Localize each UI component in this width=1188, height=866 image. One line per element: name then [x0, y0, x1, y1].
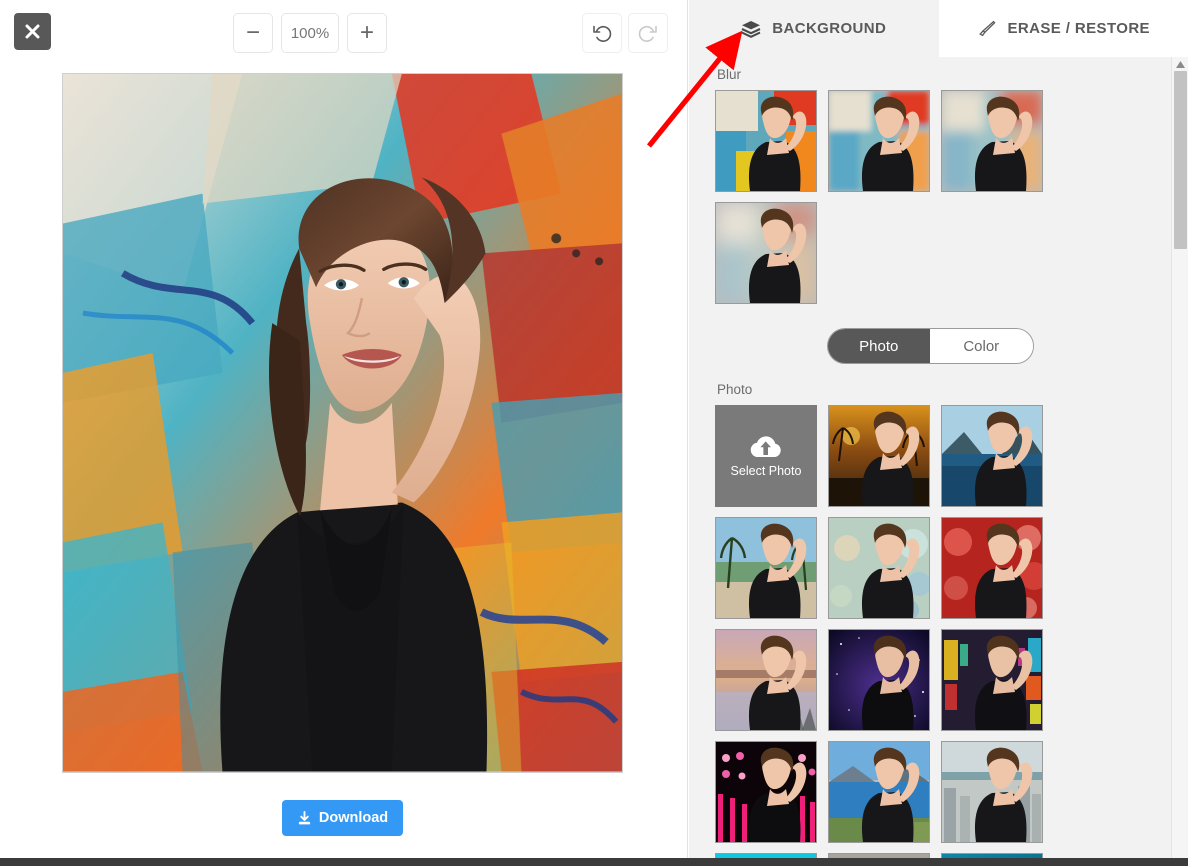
background-side-panel: BACKGROUND ERASE / RESTORE Blur Photo Co… — [689, 0, 1188, 858]
tab-background[interactable]: BACKGROUND — [689, 0, 939, 57]
bg-pastel-bokeh-art — [829, 518, 929, 618]
blur-thumb-2[interactable] — [941, 90, 1043, 192]
history-controls — [582, 13, 668, 53]
layers-icon — [741, 20, 761, 38]
blur-thumb-3-art — [716, 203, 816, 303]
blur-thumb-1[interactable] — [828, 90, 930, 192]
blur-thumbnail-grid — [689, 90, 1171, 304]
blur-thumb-3[interactable] — [715, 202, 817, 304]
toggle-photo[interactable]: Photo — [827, 329, 930, 363]
zoom-in-button[interactable]: + — [347, 13, 387, 53]
editor-pane: − 100% + Download — [0, 0, 688, 858]
toggle-color[interactable]: Color — [930, 329, 1033, 363]
bg-city-aerial-art — [942, 742, 1042, 842]
undo-arrow-icon — [593, 25, 612, 42]
photo-thumb-lake-mountains[interactable] — [941, 405, 1043, 507]
undo-button[interactable] — [582, 13, 622, 53]
tab-erase-restore-label: ERASE / RESTORE — [1007, 20, 1150, 37]
scroll-up-arrow-icon[interactable] — [1175, 60, 1186, 69]
redo-button[interactable] — [628, 13, 668, 53]
photo-thumbnail-grid: Select Photo — [689, 405, 1171, 858]
select-photo-label: Select Photo — [730, 464, 802, 478]
photo-thumb-sunset-palms[interactable] — [828, 405, 930, 507]
bg-red-bokeh-art — [942, 518, 1042, 618]
download-button[interactable]: Download — [282, 800, 403, 836]
photo-thumb-city-aerial[interactable] — [941, 741, 1043, 843]
bg-pink-lights-art — [716, 742, 816, 842]
image-editor-app: − 100% + Download BACKGROUND ERASE / RES… — [0, 0, 1188, 866]
photo-thumb-night-galaxy[interactable] — [828, 629, 930, 731]
bg-beach-palms-art — [716, 518, 816, 618]
tab-erase-restore[interactable]: ERASE / RESTORE — [938, 0, 1188, 57]
photo-thumb-blue-bay[interactable] — [828, 741, 930, 843]
panel-body: Blur Photo Color Photo Select Photo — [689, 57, 1171, 858]
download-button-label: Download — [318, 810, 389, 826]
image-canvas[interactable] — [62, 73, 623, 773]
photo-thumb-dawn-clouds[interactable] — [715, 629, 817, 731]
photo-color-toggle: Photo Color — [689, 328, 1171, 364]
photo-section-label: Photo — [717, 382, 753, 397]
bg-sunset-palms-art — [829, 406, 929, 506]
zoom-controls: − 100% + — [233, 13, 387, 53]
bg-dawn-clouds-art — [716, 630, 816, 730]
blur-section-label: Blur — [717, 67, 742, 82]
blur-thumb-0[interactable] — [715, 90, 817, 192]
bg-neon-street-art — [942, 630, 1042, 730]
close-button[interactable] — [14, 13, 51, 50]
blur-thumb-0-art — [716, 91, 816, 191]
select-photo-button[interactable]: Select Photo — [715, 405, 817, 507]
blur-thumb-1-art — [829, 91, 929, 191]
photo-thumb-pastel-bokeh[interactable] — [828, 517, 930, 619]
bg-blue-bay-art — [829, 742, 929, 842]
canvas-artwork — [63, 74, 622, 772]
bottom-status-bar — [0, 858, 1188, 866]
cloud-upload-icon — [750, 436, 781, 457]
scrollbar-thumb[interactable] — [1174, 71, 1187, 249]
redo-arrow-icon — [638, 25, 657, 42]
bg-night-galaxy-art — [829, 630, 929, 730]
zoom-level-display[interactable]: 100% — [281, 13, 339, 53]
tab-background-label: BACKGROUND — [772, 20, 887, 37]
minus-icon: − — [245, 19, 260, 46]
brush-icon — [978, 20, 996, 36]
close-x-icon — [25, 24, 40, 39]
bg-lake-mountains-art — [942, 406, 1042, 506]
zoom-out-button[interactable]: − — [233, 13, 273, 53]
plus-icon: + — [359, 19, 374, 46]
panel-scrollbar[interactable] — [1171, 57, 1188, 858]
panel-tab-bar: BACKGROUND ERASE / RESTORE — [689, 0, 1188, 57]
photo-thumb-beach-palms[interactable] — [715, 517, 817, 619]
photo-thumb-neon-street[interactable] — [941, 629, 1043, 731]
photo-thumb-red-bokeh[interactable] — [941, 517, 1043, 619]
photo-thumb-pink-lights[interactable] — [715, 741, 817, 843]
blur-thumb-2-art — [942, 91, 1042, 191]
download-icon — [298, 810, 310, 824]
editor-toolbar: − 100% + — [0, 0, 688, 66]
